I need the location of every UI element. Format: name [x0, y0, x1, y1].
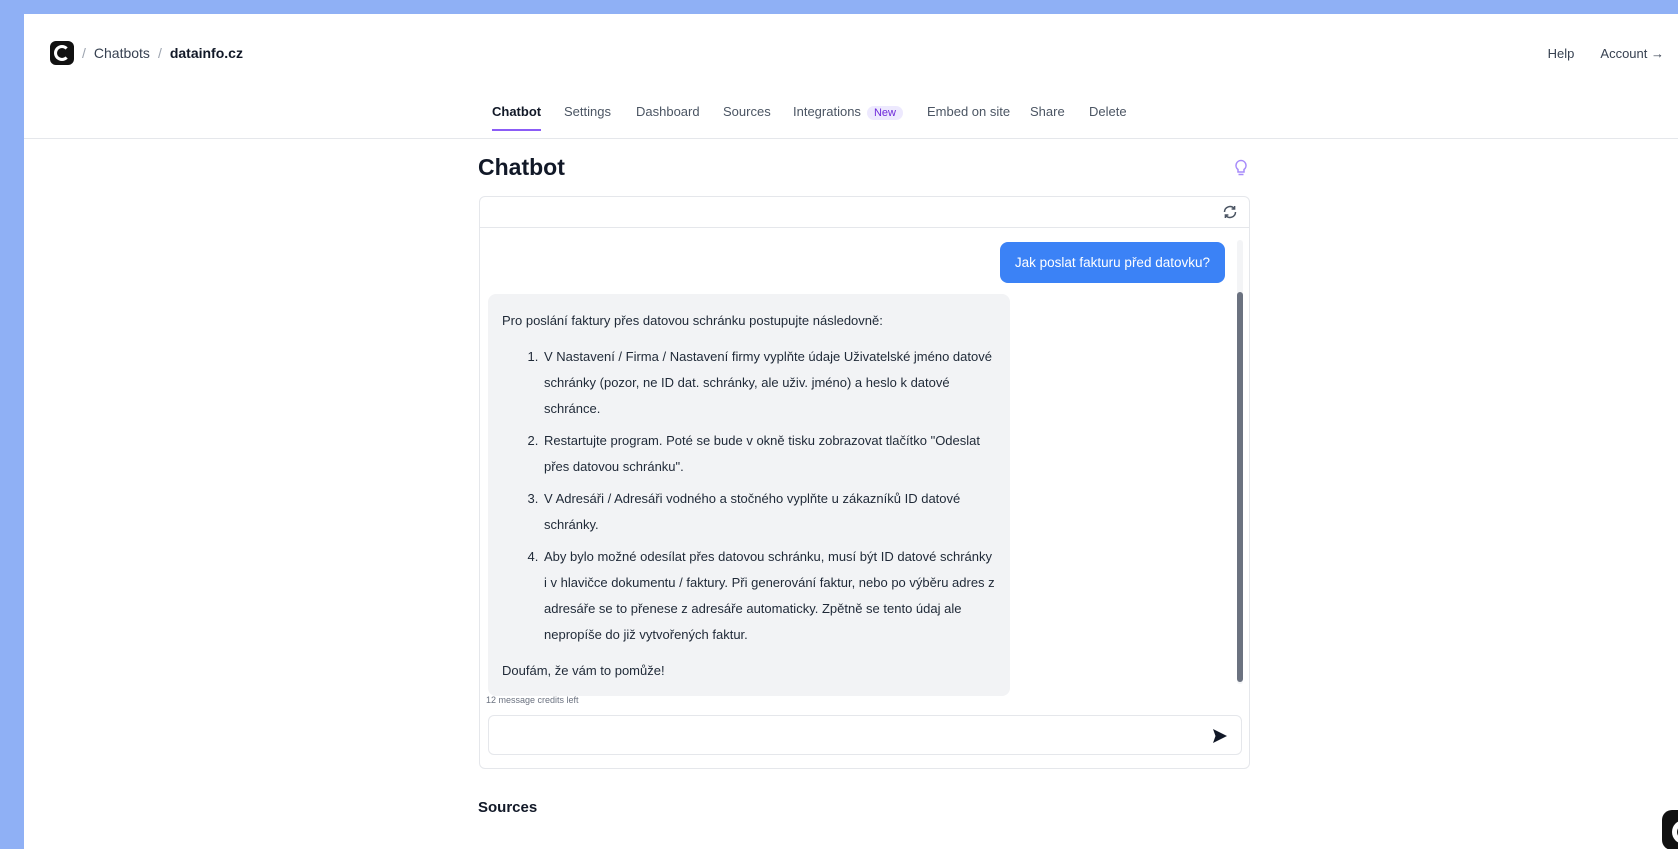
scrollbar[interactable]	[1237, 240, 1243, 684]
page-title: Chatbot	[478, 154, 565, 180]
tab-dashboard[interactable]: Dashboard	[636, 104, 700, 129]
chat-panel: Jak poslat fakturu před datovku? Pro pos…	[479, 196, 1250, 769]
breadcrumb: / Chatbots / datainfo.cz	[82, 45, 243, 61]
corner-logo-icon[interactable]	[1662, 810, 1678, 849]
breadcrumb-current[interactable]: datainfo.cz	[170, 45, 243, 61]
list-item: Restartujte program. Poté se bude v okně…	[542, 428, 996, 480]
send-icon[interactable]	[1211, 727, 1229, 745]
help-link[interactable]: Help	[1548, 46, 1575, 61]
breadcrumb-separator: /	[157, 45, 162, 61]
app-frame: / Chatbots / datainfo.cz Help Account → …	[24, 14, 1678, 849]
account-link[interactable]: Account →	[1600, 46, 1664, 61]
chat-header	[480, 197, 1249, 228]
message-input-container	[488, 715, 1242, 756]
list-item: V Adresáři / Adresáři vodného a stočného…	[542, 486, 996, 538]
tab-bar: Chatbot Settings Dashboard Sources Integ…	[24, 96, 1678, 139]
list-item: Aby bylo možné odesílat přes datovou sch…	[542, 544, 996, 648]
tab-embed-on-site[interactable]: Embed on site	[927, 104, 1010, 129]
bot-intro: Pro poslání faktury přes datovou schránk…	[502, 313, 883, 328]
tab-integrations-label: Integrations	[793, 104, 861, 119]
header-links: Help Account →	[1548, 46, 1664, 61]
logo-icon[interactable]	[50, 41, 74, 65]
tab-delete[interactable]: Delete	[1089, 104, 1127, 129]
bot-outro: Doufám, že vám to pomůže!	[502, 663, 665, 678]
message-list[interactable]: Jak poslat fakturu před datovku? Pro pos…	[480, 228, 1249, 696]
lightbulb-icon[interactable]	[1233, 159, 1249, 177]
message-input[interactable]	[499, 716, 1193, 756]
tab-chatbot[interactable]: Chatbot	[492, 104, 542, 131]
tab-integrations[interactable]: Integrations New	[793, 104, 903, 130]
user-message: Jak poslat fakturu před datovku?	[999, 242, 1225, 283]
breadcrumb-separator: /	[82, 45, 86, 61]
top-bar: / Chatbots / datainfo.cz Help Account →	[24, 14, 1678, 78]
bot-message: Pro poslání faktury přes datovou schránk…	[488, 294, 1010, 696]
new-badge: New	[866, 106, 903, 120]
tab-share[interactable]: Share	[1030, 104, 1065, 129]
tab-settings[interactable]: Settings	[564, 104, 611, 129]
bot-steps: V Nastavení / Firma / Nastavení firmy vy…	[502, 344, 996, 648]
scroll-thumb[interactable]	[1237, 292, 1243, 682]
list-item: V Nastavení / Firma / Nastavení firmy vy…	[542, 344, 996, 422]
tab-sources[interactable]: Sources	[723, 104, 771, 129]
sources-heading: Sources	[478, 799, 538, 816]
refresh-icon[interactable]	[1221, 203, 1239, 221]
breadcrumb-chatbots[interactable]: Chatbots	[94, 45, 150, 61]
credits-left: 12 message credits left	[486, 695, 579, 705]
